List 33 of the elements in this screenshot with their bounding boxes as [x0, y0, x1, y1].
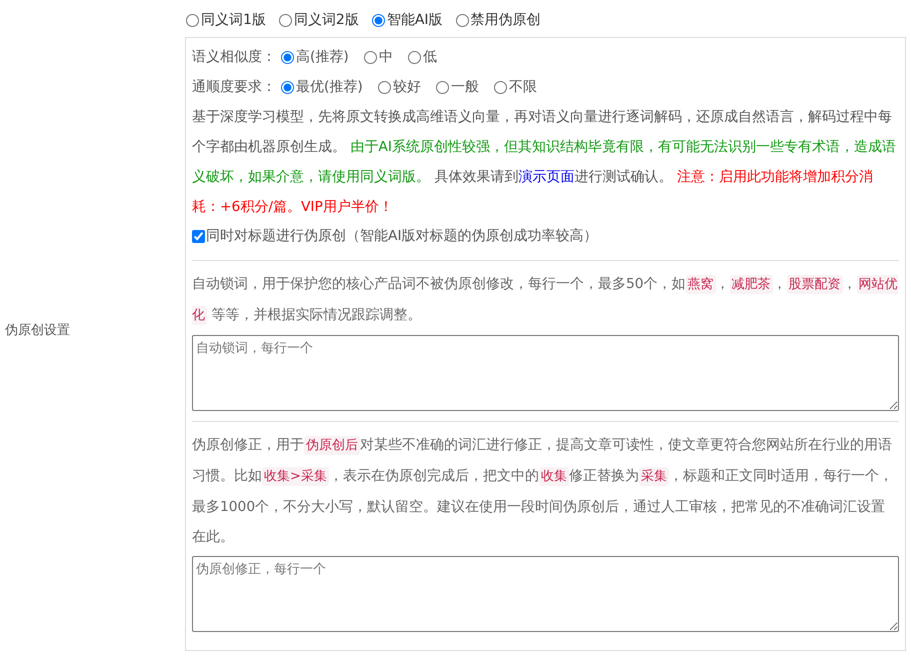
checkbox-label[interactable]: 同时对标题进行伪原创（智能AI版对标题的伪原创成功率较高） — [206, 227, 598, 245]
radio-label[interactable]: 智能AI版 — [386, 11, 443, 29]
radio-label[interactable]: 一般 — [450, 78, 479, 96]
demo-link[interactable]: 演示页面 — [518, 169, 574, 185]
radio-label[interactable]: 不限 — [508, 78, 537, 96]
field-label: 伪原创设置 — [4, 322, 70, 339]
radio-label[interactable]: 较好 — [392, 78, 421, 96]
radio-button[interactable] — [456, 14, 469, 26]
setting-label: 语义相似度： — [192, 48, 276, 66]
radio-button[interactable] — [436, 80, 449, 94]
radio-button[interactable] — [281, 50, 294, 64]
radio-label[interactable]: 中 — [378, 48, 393, 66]
corrections-field[interactable]: 伪原创修正，每行一个 — [192, 556, 899, 632]
radio-button[interactable] — [408, 50, 421, 64]
radio-button[interactable] — [494, 80, 507, 94]
description-text: 基于深度学习模型，先将原文转换成高维语义向量，再对语义向量进行逐词解码，还原成自然语言，解码过程中每个字都由机器原创生成。 由于AI系统原创性较强，但其知识结构毕竟有限，有可能无法识别一些专有术语，造成语义破坏，如果介意，请使用同义词版。 具体效果请到演示页面进行测试确认。 注意：启用此功能将增加积分消耗：+6积分/篇。VIP用户半价！ — [192, 108, 897, 217]
radio-button[interactable] — [378, 80, 391, 94]
radio-label[interactable]: 最优(推荐) — [296, 78, 363, 96]
radio-label[interactable]: 同义词2版 — [294, 11, 359, 29]
radio-label[interactable]: 低 — [422, 48, 437, 66]
radio-button[interactable] — [372, 14, 385, 26]
radio-button[interactable] — [281, 80, 294, 94]
radio-button[interactable] — [364, 50, 377, 64]
radio-label[interactable]: 禁用伪原创 — [470, 11, 541, 29]
radio-button[interactable] — [186, 14, 199, 26]
radio-button[interactable] — [278, 14, 292, 26]
radio-label[interactable]: 同义词1版 — [201, 11, 266, 29]
setting-label: 通顺度要求： — [192, 78, 276, 96]
lock-words-field[interactable]: 自动锁词，每行一个 — [192, 335, 899, 411]
checkbox[interactable] — [192, 230, 205, 242]
description-text: 伪原创修正，用于伪原创后对某些不准确的词汇进行修正，提高文章可读性，使文章更符合您网站所在行业的用语习惯。比如 收集>采集，表示在伪原创完成后，把文中的 收集修正替换为 采集，标题和正文同时适用，每行一个，最多1000个，不分大小写，默认留空。建议在使用一段时间伪原创后，通过人工审核，把常见的不准确词汇设置在此。 — [192, 435, 894, 547]
description-text: 自动锁词，用于保护您的核心产品词不被伪原创修改，每行一个，最多50个，如 燕窝，减肥茶，股票配资，网站优化 等等，并根据实际情况跟踪调整。 — [192, 274, 899, 327]
radio-label[interactable]: 高(推荐) — [296, 48, 349, 66]
